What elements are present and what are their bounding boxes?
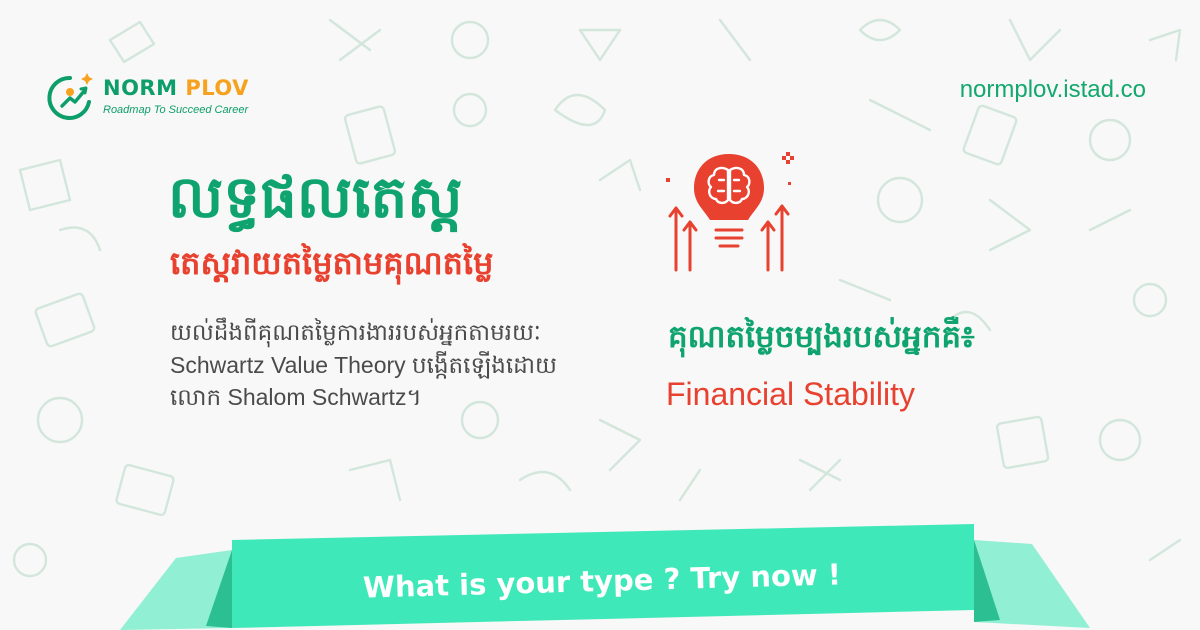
primary-value-label: គុណតម្លៃចម្បងរបស់អ្នកគឺ៖ [668,319,975,355]
result-title: លទ្ធផលតេស្ត [168,163,463,231]
primary-value-name: Financial Stability [666,376,915,412]
lightbulb-brain-icon [666,152,794,272]
brand-name: NORM PLOV [103,76,249,100]
logo-mark-icon [47,73,93,120]
brand-tagline: Roadmap To Succeed Career [103,104,249,116]
test-subtitle: តេស្តវាយតម្លៃតាមគុណតម្លៃ [170,244,494,282]
test-description: យល់ដឹងពីគុណតម្លៃការងាររបស់អ្នកតាមរយៈ Sch… [170,319,557,411]
brand-logo[interactable]: NORM PLOV Roadmap To Succeed Career [45,72,285,128]
site-url-link[interactable]: normplov.istad.co [960,76,1146,104]
